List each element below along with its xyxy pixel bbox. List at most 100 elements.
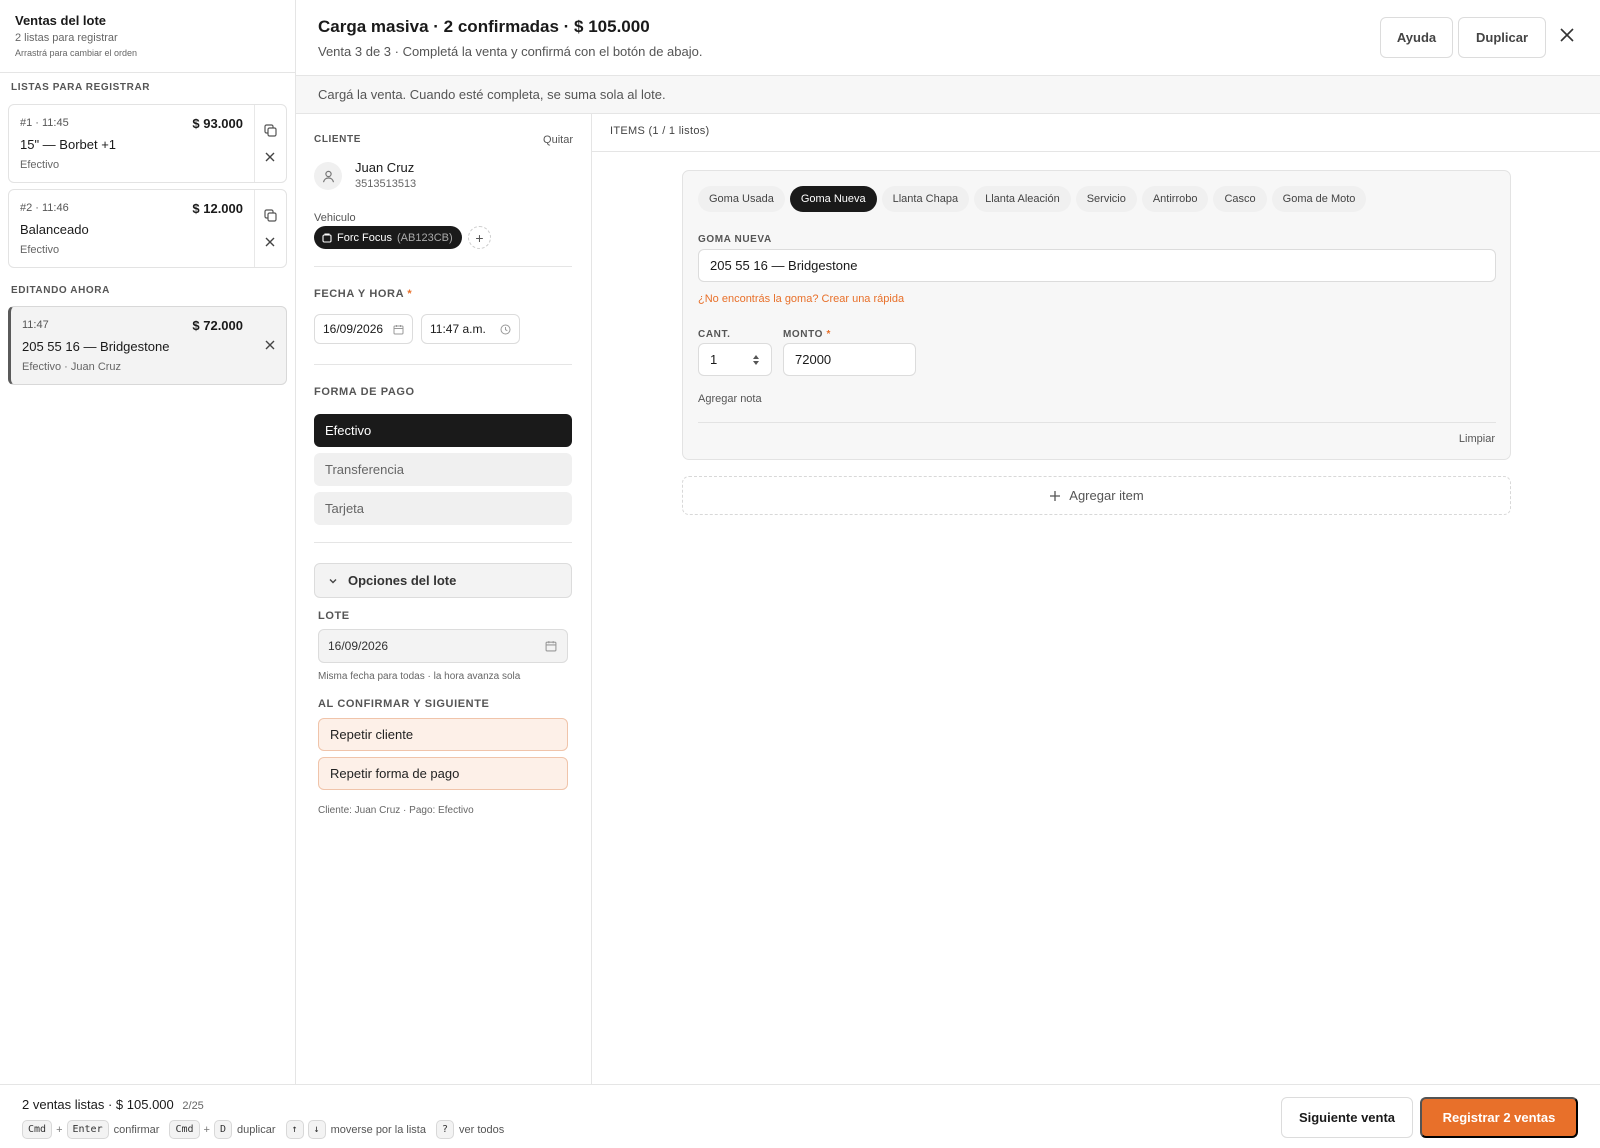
time-value: 11:47 a.m. bbox=[430, 322, 486, 336]
vehicle-plate: (AB123CB) bbox=[397, 231, 453, 244]
calendar-icon bbox=[393, 324, 404, 335]
sale-payment: Efectivo · Juan Cruz bbox=[22, 361, 122, 373]
sale-card-2[interactable]: #2 · 11:46 Balanceado Efectivo $ 12.000 bbox=[8, 189, 287, 268]
keyboard-shortcuts: Cmd + Enter confirmar Cmd + D duplicar ↑… bbox=[22, 1120, 514, 1139]
product-input[interactable]: 205 55 16 — Bridgestone bbox=[698, 249, 1496, 282]
sale-actions bbox=[254, 190, 286, 267]
lote-date-input[interactable]: 16/09/2026 bbox=[318, 629, 568, 663]
amount-label: MONTO * bbox=[783, 329, 831, 340]
down-key: ↓ bbox=[307, 1120, 326, 1139]
user-icon bbox=[314, 162, 342, 190]
client-phone: 3513513513 bbox=[355, 178, 417, 190]
client-name: Juan Cruz bbox=[355, 160, 415, 175]
qty-stepper[interactable]: 1 bbox=[698, 343, 772, 376]
product-label: GOMA NUEVA bbox=[698, 234, 772, 245]
sidebar-hint: Arrastrá para cambiar el orden bbox=[15, 48, 138, 58]
required-mark: * bbox=[826, 329, 831, 340]
clock-icon bbox=[500, 324, 511, 335]
divider bbox=[314, 266, 572, 267]
vehicle-chip[interactable]: Forc Focus (AB123CB) bbox=[314, 226, 462, 249]
client-section-label: CLIENTE bbox=[314, 134, 361, 145]
page-subtitle: Venta 3 de 3 · Completá la venta y confi… bbox=[318, 44, 703, 59]
up-key: ↑ bbox=[285, 1120, 304, 1139]
items-header: ITEMS (1 / 1 listos) bbox=[592, 114, 1600, 152]
amount-label-text: MONTO bbox=[783, 329, 824, 340]
summary-text: 2 ventas listas · $ 105.000 bbox=[22, 1097, 174, 1112]
close-icon[interactable] bbox=[1560, 28, 1574, 42]
ready-section-label: LISTAS PARA REGISTRAR bbox=[11, 82, 151, 93]
chevron-down-icon bbox=[328, 576, 338, 586]
qty-value: 1 bbox=[710, 352, 718, 367]
datetime-label: FECHA Y HORA * bbox=[314, 288, 412, 300]
plus-sign: + bbox=[203, 1123, 210, 1136]
divider bbox=[314, 364, 572, 365]
payment-option-transferencia[interactable]: Transferencia bbox=[314, 453, 572, 486]
repeat-payment-toggle[interactable]: Repetir forma de pago bbox=[318, 757, 568, 790]
stepper-icon[interactable] bbox=[752, 354, 760, 366]
editing-section-label: EDITANDO AHORA bbox=[11, 285, 110, 296]
tab-casco[interactable]: Casco bbox=[1213, 186, 1267, 212]
sale-amount: $ 12.000 bbox=[192, 201, 243, 216]
sale-actions bbox=[254, 105, 286, 182]
cmd-key: Cmd bbox=[169, 1120, 200, 1139]
repeat-client-toggle[interactable]: Repetir cliente bbox=[318, 718, 568, 751]
sale-amount: $ 93.000 bbox=[192, 116, 243, 131]
vehicle-name: Forc Focus bbox=[337, 231, 393, 244]
lote-note: Misma fecha para todas · la hora avanza … bbox=[318, 671, 521, 682]
tab-goma-usada[interactable]: Goma Usada bbox=[698, 186, 785, 212]
tab-antirrobo[interactable]: Antirrobo bbox=[1141, 186, 1209, 212]
close-icon[interactable] bbox=[263, 338, 277, 352]
date-value: 16/09/2026 bbox=[323, 322, 384, 336]
close-icon[interactable] bbox=[263, 150, 277, 164]
item-card: Goma Usada Goma Nueva Llanta Chapa Llant… bbox=[682, 170, 1511, 460]
copy-icon[interactable] bbox=[263, 123, 277, 137]
add-vehicle-button[interactable]: + bbox=[468, 226, 491, 249]
sale-name: 15" — Borbet +1 bbox=[20, 137, 117, 152]
lote-label: LOTE bbox=[318, 610, 350, 622]
sale-count: 2/25 bbox=[182, 1100, 204, 1112]
clear-button[interactable]: Limpiar bbox=[1459, 433, 1495, 445]
tab-goma-de-moto[interactable]: Goma de Moto bbox=[1271, 186, 1367, 212]
copy-icon[interactable] bbox=[263, 208, 277, 222]
page-title: Carga masiva · 2 confirmadas · $ 105.000 bbox=[318, 17, 650, 36]
page-header: Carga masiva · 2 confirmadas · $ 105.000… bbox=[296, 0, 1600, 76]
datetime-label-text: FECHA Y HORA bbox=[314, 288, 404, 300]
divider bbox=[314, 542, 572, 543]
sale-name: 205 55 16 — Bridgestone bbox=[22, 339, 170, 354]
sale-payment: Efectivo bbox=[20, 159, 60, 171]
batch-options-accordion[interactable]: Opciones del lote bbox=[314, 563, 572, 598]
divider bbox=[698, 422, 1496, 423]
repeat-summary: Cliente: Juan Cruz · Pago: Efectivo bbox=[318, 805, 474, 816]
client-info[interactable]: Juan Cruz 3513513513 bbox=[314, 160, 416, 190]
info-banner: Cargá la venta. Cuando esté completa, se… bbox=[296, 76, 1600, 114]
item-type-tabs: Goma Usada Goma Nueva Llanta Chapa Llant… bbox=[698, 186, 1371, 212]
tab-servicio[interactable]: Servicio bbox=[1075, 186, 1137, 212]
add-note-link[interactable]: Agregar nota bbox=[698, 393, 762, 405]
payment-option-efectivo[interactable]: Efectivo bbox=[314, 414, 572, 447]
plus-sign: + bbox=[56, 1123, 63, 1136]
time-input[interactable]: 11:47 a.m. bbox=[421, 314, 520, 344]
car-icon bbox=[322, 232, 332, 243]
help-button[interactable]: Ayuda bbox=[1380, 17, 1453, 58]
tab-llanta-chapa[interactable]: Llanta Chapa bbox=[881, 186, 970, 212]
plus-icon: + bbox=[475, 229, 484, 246]
sale-actions bbox=[254, 307, 286, 384]
plus-icon bbox=[1049, 490, 1061, 502]
next-sale-button[interactable]: Siguiente venta bbox=[1281, 1097, 1413, 1138]
register-sales-button[interactable]: Registrar 2 ventas bbox=[1420, 1097, 1578, 1138]
shortcut-all-label: ver todos bbox=[458, 1123, 505, 1136]
duplicate-button[interactable]: Duplicar bbox=[1458, 17, 1546, 58]
tab-llanta-aleacion[interactable]: Llanta Aleación bbox=[974, 186, 1071, 212]
amount-input[interactable]: 72000 bbox=[783, 343, 916, 376]
lote-date-value: 16/09/2026 bbox=[328, 639, 389, 653]
date-input[interactable]: 16/09/2026 bbox=[314, 314, 413, 344]
tab-goma-nueva[interactable]: Goma Nueva bbox=[789, 186, 877, 212]
create-product-link[interactable]: ¿No encontrás la goma? Crear una rápida bbox=[698, 293, 904, 305]
sale-card-editing[interactable]: 11:47 205 55 16 — Bridgestone Efectivo ·… bbox=[8, 306, 287, 385]
remove-client-link[interactable]: Quitar bbox=[543, 134, 573, 146]
add-item-button[interactable]: Agregar item bbox=[682, 476, 1511, 515]
footer-summary: 2 ventas listas · $ 105.000 2/25 bbox=[22, 1097, 204, 1112]
close-icon[interactable] bbox=[263, 235, 277, 249]
payment-option-tarjeta[interactable]: Tarjeta bbox=[314, 492, 572, 525]
sale-card-1[interactable]: #1 · 11:45 15" — Borbet +1 Efectivo $ 93… bbox=[8, 104, 287, 183]
